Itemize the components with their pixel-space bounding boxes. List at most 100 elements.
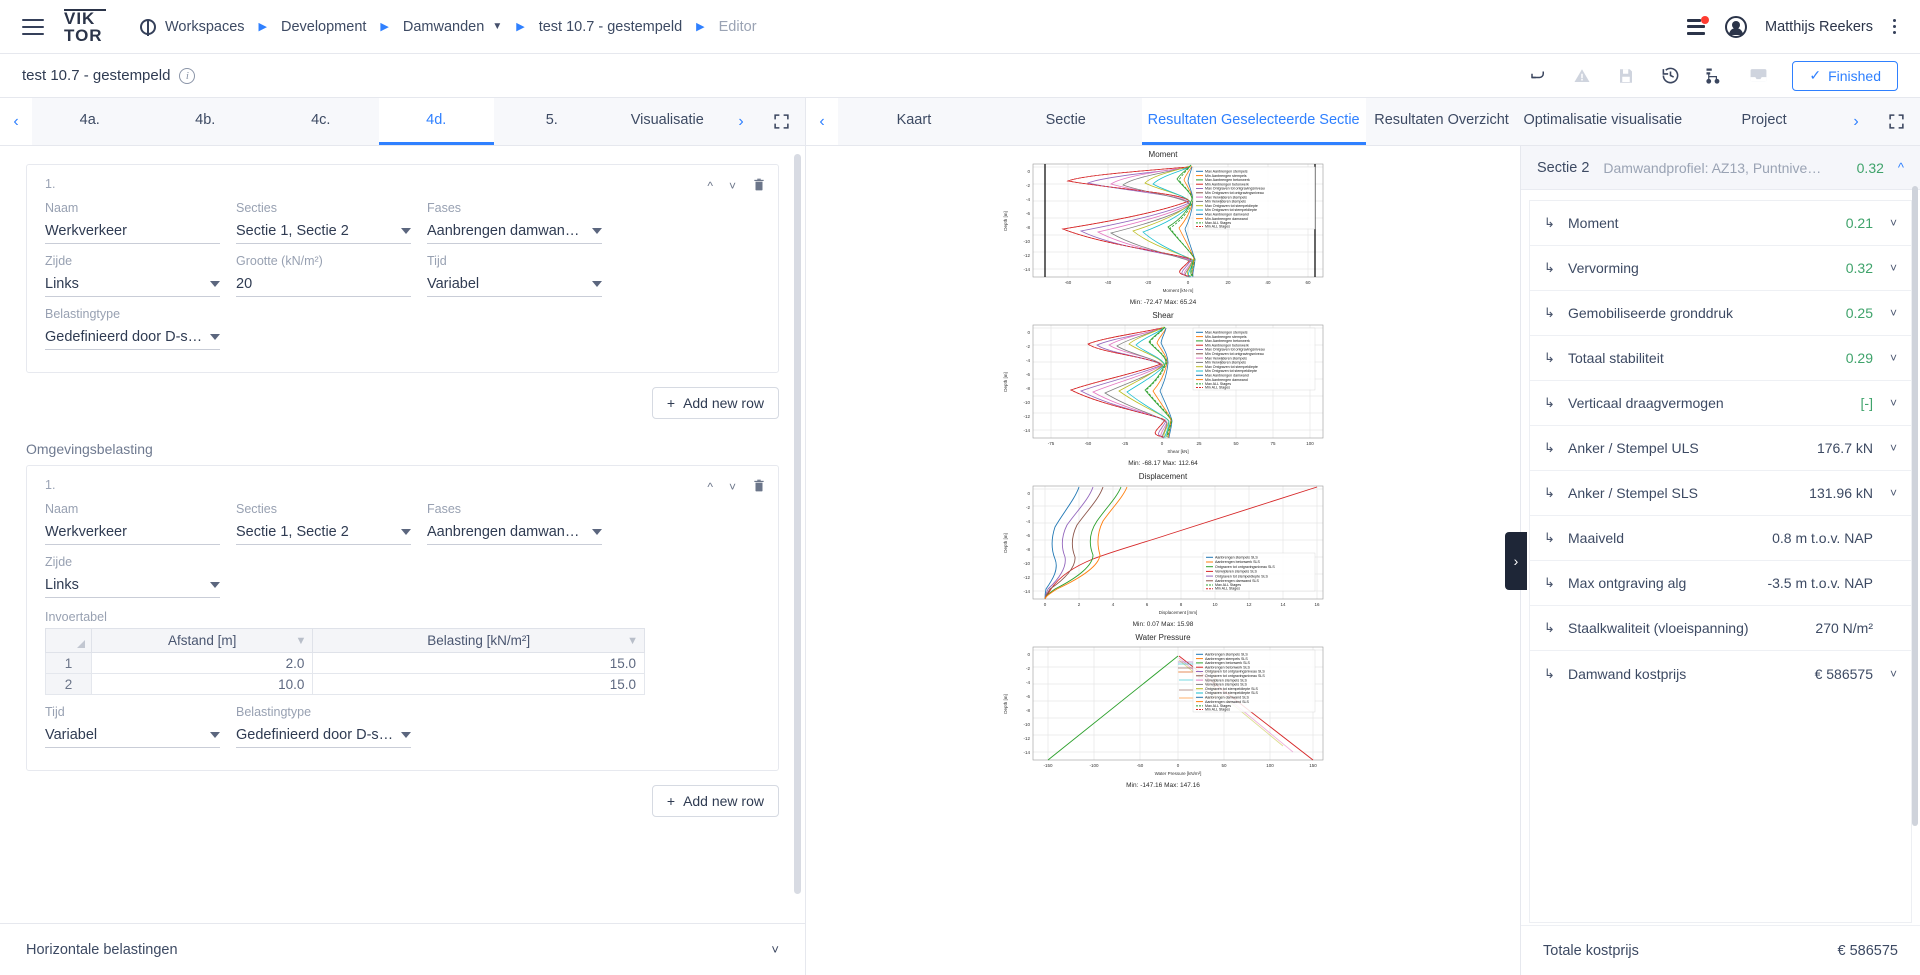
cell-belasting[interactable]: 15.0 <box>312 652 645 674</box>
result-row-verticaal-draagvermogen[interactable]: ↳ Verticaal draagvermogen [-] ˅ <box>1530 381 1911 426</box>
add-new-row-button-2[interactable]: + Add new row <box>651 785 779 817</box>
tijd-select[interactable]: Variabel <box>45 722 220 748</box>
belastingtype-select[interactable]: Gedefinieerd door D-s… <box>236 722 411 748</box>
tab-kaart[interactable]: Kaart <box>838 98 990 145</box>
chevron-down-icon[interactable]: ˅ <box>1883 306 1897 320</box>
secties-select[interactable]: Sectie 1, Sectie 2 <box>236 218 411 244</box>
result-row-moment[interactable]: ↳ Moment 0.21 ˅ <box>1530 201 1911 246</box>
column-header-belasting[interactable]: Belasting [kN/m²] ▼ <box>312 628 645 653</box>
result-row-damwand-kostprijs[interactable]: ↳ Damwand kostprijs € 586575 ˅ <box>1530 651 1911 696</box>
chevron-down-icon[interactable]: ˅ <box>1883 396 1897 410</box>
fullscreen-icon[interactable] <box>757 98 805 145</box>
cell-belasting[interactable]: 15.0 <box>312 673 645 695</box>
menu-icon[interactable] <box>22 18 44 35</box>
tree-icon[interactable] <box>1704 66 1724 86</box>
chevron-down-icon[interactable]: ˅ <box>1883 261 1897 275</box>
chevron-down-icon[interactable]: ˅ <box>1883 486 1897 500</box>
avatar[interactable] <box>1725 15 1748 38</box>
result-row-totaal-stabiliteit[interactable]: ↳ Totaal stabiliteit 0.29 ˅ <box>1530 336 1911 381</box>
move-down-icon[interactable]: ˅ <box>729 480 736 494</box>
tab-optimalisatie-visualisatie[interactable]: Optimalisatie visualisatie <box>1517 98 1688 145</box>
tab-visualisatie[interactable]: Visualisatie <box>610 98 726 145</box>
chevron-down-icon[interactable]: ˅ <box>1883 351 1897 365</box>
filter-icon[interactable]: ▼ <box>627 635 638 647</box>
tab-4d[interactable]: 4d. <box>378 98 494 145</box>
tab-resultaten-overzicht[interactable]: Resultaten Overzicht <box>1366 98 1518 145</box>
add-new-row-button-1[interactable]: + Add new row <box>651 387 779 419</box>
grootte-input[interactable]: 20 <box>236 271 411 297</box>
warning-icon[interactable] <box>1572 66 1592 86</box>
fases-select[interactable]: Aanbrengen damwan… <box>427 519 602 545</box>
table-row[interactable]: 1 2.0 15.0 <box>45 652 645 674</box>
naam-input[interactable]: Werkverkeer <box>45 218 220 244</box>
breadcrumb-item-damwanden[interactable]: Damwanden ▼ <box>403 19 502 35</box>
breadcrumb-item-development[interactable]: Development <box>281 19 366 35</box>
table-corner-cell[interactable] <box>45 628 92 653</box>
results-scrollbar[interactable] <box>1912 186 1918 826</box>
chevron-down-icon[interactable]: ˅ <box>1883 441 1897 455</box>
breadcrumb-item-workspaces[interactable]: Workspaces <box>140 18 245 36</box>
result-row-maaiveld[interactable]: ↳ Maaiveld 0.8 m t.o.v. NAP <box>1530 516 1911 561</box>
result-row-gemobiliseerde-gronddruk[interactable]: ↳ Gemobiliseerde gronddruk 0.25 ˅ <box>1530 291 1911 336</box>
naam-input[interactable]: Werkverkeer <box>45 519 220 545</box>
right-tabs-next-button[interactable]: › <box>1840 98 1872 145</box>
save-icon[interactable] <box>1616 66 1636 86</box>
undo-icon[interactable] <box>1528 66 1548 86</box>
tijd-select[interactable]: Variabel <box>427 271 602 297</box>
table-label-invoertabel: Invoertabel <box>45 610 107 624</box>
chevron-up-icon[interactable]: ^ <box>1898 160 1904 175</box>
chart-shear-svg: 0 -2 -4 -6 -8 -10 -12 -14 -75 -50 -25 0 25 50 75 1… <box>1003 324 1324 454</box>
svg-text:0: 0 <box>1187 280 1190 285</box>
filter-icon[interactable]: ▼ <box>295 635 306 647</box>
inbox-icon[interactable] <box>1748 66 1768 86</box>
result-row-max-ontgraving-alg[interactable]: ↳ Max ontgraving alg -3.5 m t.o.v. NAP <box>1530 561 1911 606</box>
zijde-select[interactable]: Links <box>45 572 220 598</box>
chevron-down-icon[interactable]: ▼ <box>492 21 502 32</box>
result-row-anker-stempel-uls[interactable]: ↳ Anker / Stempel ULS 176.7 kN ˅ <box>1530 426 1911 471</box>
delete-icon[interactable] <box>752 478 766 496</box>
move-up-icon[interactable]: ^ <box>707 179 713 193</box>
fullscreen-icon[interactable] <box>1872 98 1920 145</box>
card-index: 1. <box>45 478 56 492</box>
move-down-icon[interactable]: ˅ <box>729 179 736 193</box>
more-options-icon[interactable] <box>1891 17 1898 36</box>
result-row-anker-stempel-sls[interactable]: ↳ Anker / Stempel SLS 131.96 kN ˅ <box>1530 471 1911 516</box>
tab-5[interactable]: 5. <box>494 98 610 145</box>
chevron-down-icon[interactable]: ˅ <box>1883 216 1897 230</box>
chevron-down-icon[interactable]: ˅ <box>1883 667 1897 681</box>
fases-select[interactable]: Aanbrengen damwan… <box>427 218 602 244</box>
subitem-arrow-icon: ↳ <box>1544 440 1555 455</box>
table-row[interactable]: 2 10.0 15.0 <box>45 673 645 695</box>
tabs-next-button[interactable]: › <box>725 98 757 145</box>
info-icon[interactable]: i <box>179 67 196 84</box>
tab-4b[interactable]: 4b. <box>148 98 264 145</box>
results-panel-header[interactable]: Sectie 2 Damwandprofiel: AZ13, Puntnive…… <box>1521 146 1920 190</box>
left-scrollbar[interactable] <box>794 154 801 894</box>
result-row-vervorming[interactable]: ↳ Vervorming 0.32 ˅ <box>1530 246 1911 291</box>
accordion-horizontale-belastingen[interactable]: Horizontale belastingen ˅ <box>0 923 805 975</box>
svg-text:-6: -6 <box>1026 211 1030 216</box>
cell-afstand[interactable]: 2.0 <box>90 652 314 674</box>
panel-collapse-handle[interactable]: › <box>1505 531 1527 590</box>
cell-afstand[interactable]: 10.0 <box>90 673 314 695</box>
belastingtype-select[interactable]: Gedefinieerd door D-s… <box>45 324 220 350</box>
viktor-logo[interactable]: VIK TOR <box>64 9 106 44</box>
history-icon[interactable] <box>1660 66 1680 86</box>
delete-icon[interactable] <box>752 177 766 195</box>
finished-button[interactable]: ✓ Finished <box>1792 60 1898 91</box>
tab-sectie[interactable]: Sectie <box>990 98 1142 145</box>
tab-project[interactable]: Project <box>1688 98 1840 145</box>
move-up-icon[interactable]: ^ <box>707 480 713 494</box>
column-header-afstand[interactable]: Afstand [m] ▼ <box>90 628 314 653</box>
tab-4c[interactable]: 4c. <box>263 98 379 145</box>
result-name: Staalkwaliteit (vloeispanning) <box>1568 620 1749 636</box>
notifications-icon[interactable] <box>1687 15 1710 35</box>
right-tabs-prev-button[interactable]: ‹ <box>806 98 838 145</box>
secties-select[interactable]: Sectie 1, Sectie 2 <box>236 519 411 545</box>
result-row-staalkwaliteit[interactable]: ↳ Staalkwaliteit (vloeispanning) 270 N/m… <box>1530 606 1911 651</box>
zijde-select[interactable]: Links <box>45 271 220 297</box>
breadcrumb-item-project[interactable]: test 10.7 - gestempeld <box>539 19 682 35</box>
tabs-prev-button[interactable]: ‹ <box>0 98 32 145</box>
tab-resultaten-geselecteerde-sectie[interactable]: Resultaten Geselecteerde Sectie <box>1141 98 1366 145</box>
tab-4a[interactable]: 4a. <box>32 98 148 145</box>
